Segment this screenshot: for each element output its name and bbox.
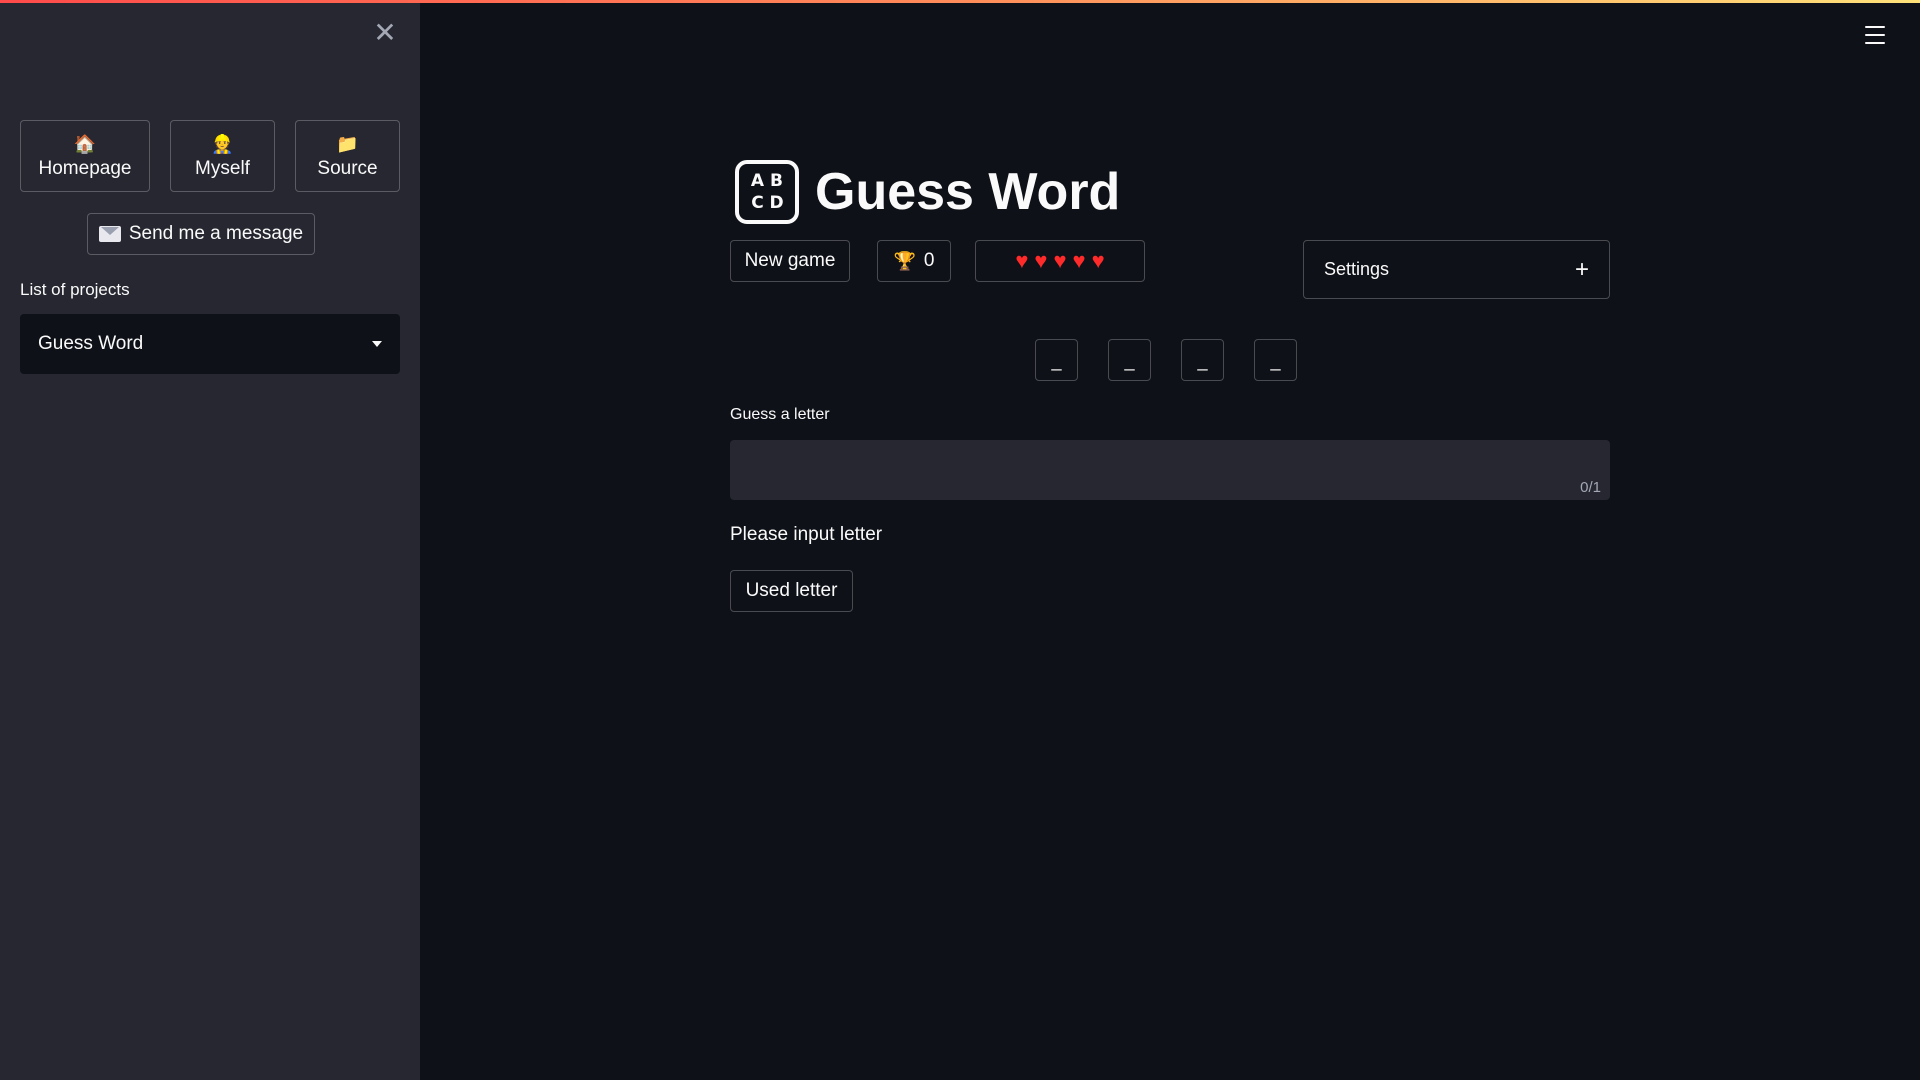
trophy-icon: 🏆: [893, 250, 916, 271]
used-letter-button[interactable]: Used letter: [730, 570, 853, 612]
new-game-button[interactable]: New game: [730, 240, 850, 282]
letter-slot: _: [1035, 339, 1078, 381]
house-icon: 🏠: [73, 134, 97, 154]
heart-icon: ♥: [1034, 248, 1048, 273]
menu-icon[interactable]: [1865, 26, 1885, 44]
person-icon: 👷: [211, 134, 234, 154]
nav-button-group: 🏠 Homepage 👷 Myself 📁 Source: [20, 120, 400, 192]
send-message-button[interactable]: Send me a message: [87, 213, 315, 255]
projects-label: List of projects: [20, 280, 130, 299]
send-message-label: Send me a message: [128, 223, 304, 244]
heart-icon: ♥: [1072, 248, 1086, 273]
envelope-icon: [98, 226, 121, 242]
projects-select-value: Guess Word: [38, 333, 144, 354]
abcd-letter: A: [750, 170, 765, 191]
sidebar: ✕ 🏠 Homepage 👷 Myself 📁 Source Send me a…: [0, 0, 420, 1080]
letter-slots: _ _ _ _: [1035, 339, 1297, 381]
menu-icon-bar: [1865, 42, 1885, 44]
guess-label: Guess a letter: [730, 406, 830, 423]
settings-expander[interactable]: Settings +: [1303, 240, 1610, 299]
character-counter: 0/1: [1580, 479, 1601, 496]
close-icon[interactable]: ✕: [370, 18, 400, 48]
myself-button[interactable]: 👷 Myself: [170, 120, 275, 192]
top-decoration-bar: [0, 0, 1920, 3]
myself-button-label: Myself: [195, 158, 250, 179]
source-button[interactable]: 📁 Source: [295, 120, 400, 192]
title-row: A B C D Guess Word: [735, 160, 1120, 224]
chevron-down-icon: [372, 341, 382, 347]
menu-icon-bar: [1865, 34, 1885, 36]
letter-slot: _: [1254, 339, 1297, 381]
letter-slot: _: [1181, 339, 1224, 381]
score-value: 0: [923, 250, 935, 271]
homepage-button-label: Homepage: [38, 158, 132, 179]
homepage-button[interactable]: 🏠 Homepage: [20, 120, 150, 192]
abcd-icon: A B C D: [735, 160, 799, 224]
plus-icon: +: [1574, 255, 1589, 283]
heart-icon: ♥: [1015, 248, 1029, 273]
heart-icon: ♥: [1053, 248, 1067, 273]
folder-icon: 📁: [336, 134, 359, 154]
info-message: Please input letter: [730, 524, 883, 545]
score-button[interactable]: 🏆 0: [877, 240, 951, 282]
projects-select[interactable]: Guess Word: [20, 314, 400, 374]
menu-icon-bar: [1865, 26, 1885, 28]
lives-button[interactable]: ♥ ♥ ♥ ♥ ♥: [975, 240, 1145, 282]
page-title: Guess Word: [815, 163, 1121, 221]
guess-input-container: 0/1: [730, 440, 1610, 500]
settings-label: Settings: [1324, 259, 1390, 279]
abcd-letter: B: [770, 170, 783, 191]
letter-slot: _: [1108, 339, 1151, 381]
abcd-letter: C: [751, 192, 764, 213]
source-button-label: Source: [317, 158, 378, 179]
heart-icon: ♥: [1091, 248, 1105, 273]
guess-input[interactable]: [730, 440, 1610, 500]
abcd-letter: D: [769, 192, 784, 213]
